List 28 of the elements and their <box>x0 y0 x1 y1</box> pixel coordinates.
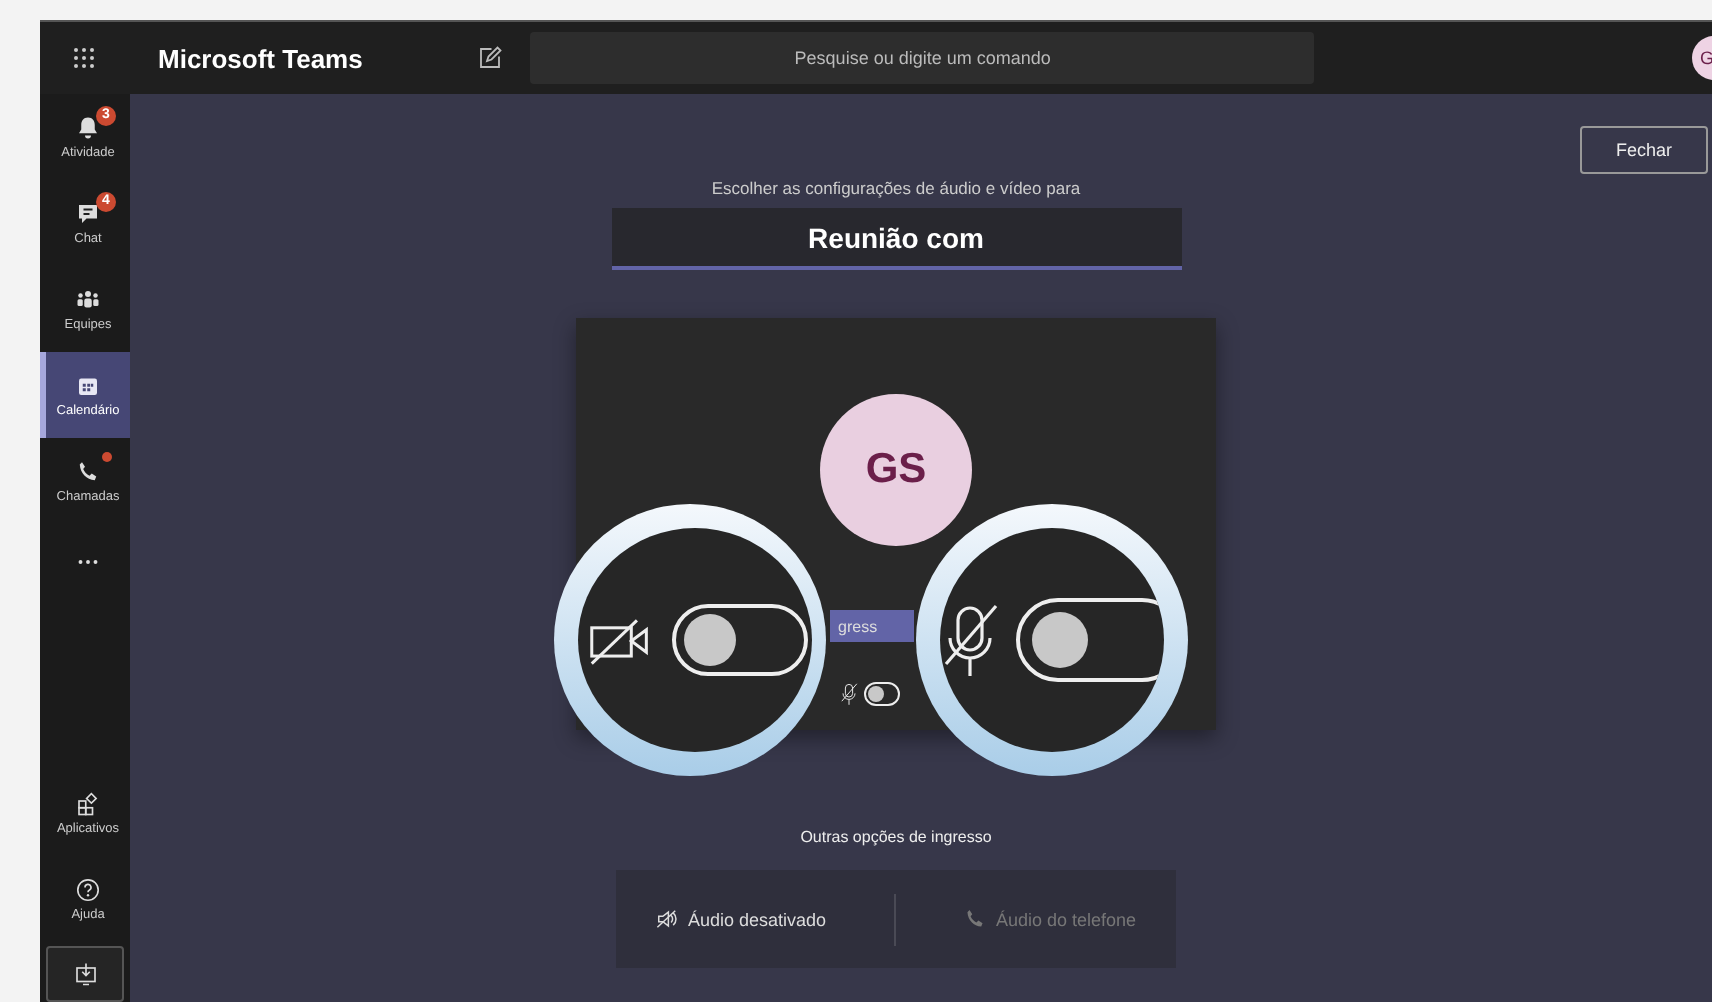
prompt-text: Escolher as configurações de áudio e vídeo para <box>711 178 1081 198</box>
compose-icon[interactable] <box>478 46 503 70</box>
camera-off-icon <box>588 615 652 665</box>
profile-avatar[interactable]: G <box>1692 36 1712 80</box>
app-title: Microsoft Teams <box>158 43 363 73</box>
toggle-switch[interactable] <box>864 682 900 706</box>
phone-icon <box>76 459 100 483</box>
calendar-icon <box>76 373 100 397</box>
apps-icon <box>76 791 100 815</box>
meeting-title: Reunião com <box>611 208 1181 270</box>
section-heading: Outras opções de ingresso <box>800 828 992 846</box>
help-icon <box>76 877 100 901</box>
download-icon <box>73 962 97 986</box>
option-button[interactable]: Áudio desativado <box>643 906 839 932</box>
close-button[interactable]: Fechar <box>1580 126 1708 174</box>
search-field[interactable]: Pesquise ou digite um comando <box>530 32 1315 84</box>
microphone-off-icon <box>940 600 1000 680</box>
join-button[interactable]: gress <box>830 610 914 642</box>
user-avatar: GS <box>820 394 972 546</box>
download-button[interactable] <box>46 946 124 1002</box>
toggle-switch[interactable] <box>672 604 808 676</box>
bell-icon <box>76 115 100 139</box>
speaker-off-icon <box>655 908 678 930</box>
chat-icon <box>76 201 100 225</box>
people-icon <box>76 287 100 311</box>
microphone-off-icon <box>840 682 858 706</box>
phone-icon <box>963 908 986 930</box>
app-launcher-icon[interactable] <box>72 46 96 70</box>
